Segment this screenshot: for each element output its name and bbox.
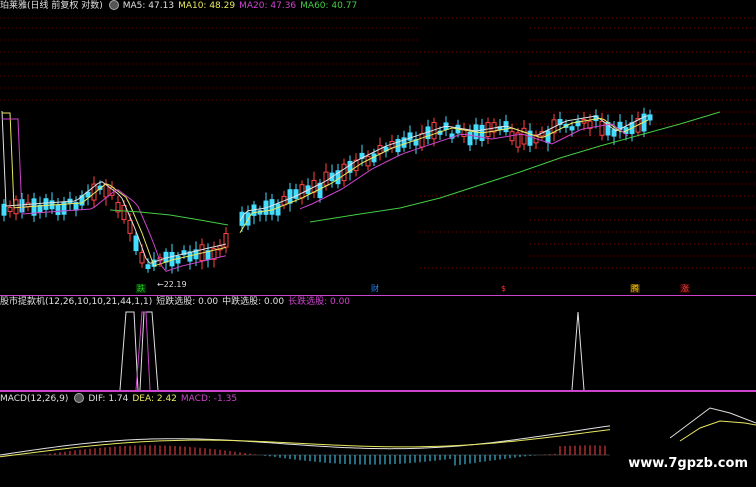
ma5-label: MA5: 47.13 xyxy=(122,1,175,11)
candle-body xyxy=(55,204,61,216)
ma60-label: MA60: 40.77 xyxy=(300,1,358,11)
candle-body xyxy=(139,251,145,264)
macd-value-label: MACD: -1.35 xyxy=(180,394,238,404)
candle-body xyxy=(323,171,329,186)
short-pick-line xyxy=(119,311,139,390)
candle-body xyxy=(223,233,229,248)
macd-chart[interactable] xyxy=(0,393,756,487)
candle-body xyxy=(299,184,305,199)
price-chart-pane[interactable]: 珀莱雅(日线 前复权 对数) MA5: 47.13 MA10: 48.29 MA20:… xyxy=(0,0,756,295)
candle-body xyxy=(599,120,605,136)
candle-body xyxy=(317,182,323,199)
candle-body xyxy=(163,251,169,263)
dea-label: DEA: 2.42 xyxy=(132,394,177,404)
candle-body xyxy=(647,114,653,121)
candle-body xyxy=(169,252,175,267)
ma10-label: MA10: 48.29 xyxy=(178,1,236,11)
long-pick-label: 长跌选股: 0.00 xyxy=(288,297,351,307)
macd-settings-gear-icon[interactable] xyxy=(74,393,85,403)
candle-body xyxy=(287,189,293,204)
candle-body xyxy=(145,264,151,269)
watermark: www.7gpzb.com xyxy=(628,456,748,471)
macd-title: MACD(12,26,9) xyxy=(0,394,69,404)
macd-pane[interactable]: MACD(12,26,9) DIF: 1.74 DEA: 2.42 MACD: -1.… xyxy=(0,393,756,487)
ma5-line xyxy=(239,115,649,222)
marker-zhang: 涨 xyxy=(680,284,690,293)
price-header: 珀莱雅(日线 前复权 对数) MA5: 47.13 MA10: 48.29 MA20:… xyxy=(0,0,361,12)
candle-body xyxy=(13,199,19,215)
short-pick-label: 短跌选股: 0.00 xyxy=(156,297,219,307)
mid-pick-line xyxy=(571,311,585,390)
candle-body xyxy=(175,255,181,264)
indicator-header: 股市提款机(12,26,10,10,21,44,1,1) 短跌选股: 0.00 中跌… xyxy=(0,296,354,308)
candle-body xyxy=(407,132,413,141)
candle-body xyxy=(121,205,127,221)
candle-body xyxy=(569,126,575,131)
marker-die: 跌 xyxy=(136,284,146,293)
candle-body xyxy=(545,130,551,144)
candle-body xyxy=(467,131,473,146)
marker-dollar: $ xyxy=(501,284,507,293)
macd-header: MACD(12,26,9) DIF: 1.74 DEA: 2.42 MACD: -1.… xyxy=(0,393,241,405)
low-price-label: ←22.19 xyxy=(157,280,187,289)
indicator-title: 股市提款机(12,26,10,10,21,44,1,1) xyxy=(0,297,153,307)
indicator-chart[interactable] xyxy=(0,296,756,390)
stock-title: 珀莱雅(日线 前复权 对数) xyxy=(0,1,103,11)
candle-body xyxy=(239,211,245,226)
candle-body xyxy=(419,132,425,148)
candle-body xyxy=(269,199,275,215)
candle-body xyxy=(127,219,133,234)
candle-body xyxy=(1,203,7,216)
dea-line xyxy=(679,420,756,442)
candlestick-chart[interactable] xyxy=(0,0,756,295)
marker-teng: 腾 xyxy=(630,284,640,293)
dif-label: DIF: 1.74 xyxy=(88,394,129,404)
mid-pick-label: 中跌选股: 0.00 xyxy=(222,297,285,307)
marker-cai: 财 xyxy=(371,284,379,293)
candle-body xyxy=(133,235,139,252)
candle-body xyxy=(43,198,49,210)
candle-body xyxy=(521,127,527,145)
indicator-pane[interactable]: 股市提款机(12,26,10,10,21,44,1,1) 短跌选股: 0.00 中跌… xyxy=(0,296,756,390)
ma20-label: MA20: 47.36 xyxy=(239,1,297,11)
candle-body xyxy=(275,203,281,216)
settings-gear-icon[interactable] xyxy=(108,0,119,10)
candle-body xyxy=(7,206,13,213)
low-price-value: 22.19 xyxy=(163,280,187,289)
pane-separator-2[interactable] xyxy=(0,390,756,392)
candle-body xyxy=(341,163,347,182)
